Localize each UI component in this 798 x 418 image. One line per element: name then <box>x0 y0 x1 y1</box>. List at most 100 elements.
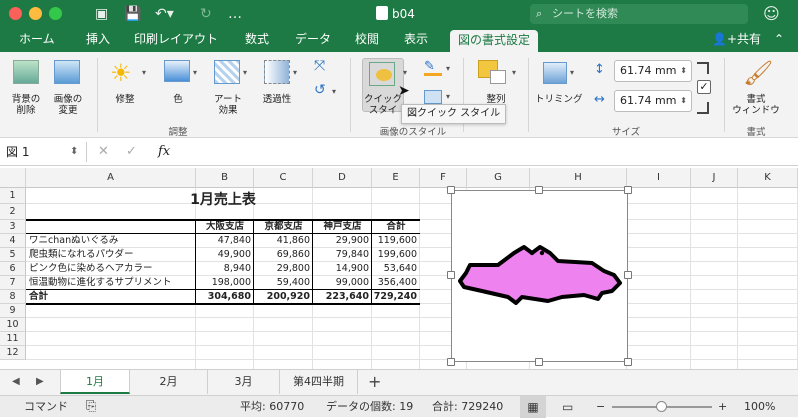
name-box-dropdown-icon[interactable]: ⬍ <box>70 142 78 162</box>
table-cell[interactable]: 729,240 <box>372 290 420 304</box>
width-input[interactable]: 61.74 mm ⬍ <box>614 90 692 112</box>
column-header[interactable]: G <box>467 168 530 188</box>
sheet-tab-q4[interactable]: 第4四半期 <box>280 370 358 394</box>
tab-data[interactable]: データ <box>295 28 331 52</box>
sheet-tab-feb[interactable]: 2月 <box>130 370 208 394</box>
arrange-dropdown-icon[interactable]: ▾ <box>512 68 516 77</box>
normal-view-icon[interactable]: ▦ <box>520 396 546 418</box>
height-input[interactable]: 61.74 mm ⬍ <box>614 60 692 82</box>
table-cell[interactable]: 223,640 <box>313 290 372 304</box>
color-icon[interactable] <box>164 60 190 82</box>
row-header[interactable]: 11 <box>0 332 26 346</box>
table-cell[interactable]: 47,840 <box>196 234 254 248</box>
corrections-dropdown-icon[interactable]: ▾ <box>142 68 146 77</box>
height-stepper-icon[interactable]: ⬍ <box>680 61 687 81</box>
insert-function-icon[interactable]: fx <box>158 142 170 162</box>
column-header[interactable]: C <box>254 168 313 188</box>
artistic-effects-icon[interactable] <box>214 60 240 84</box>
table-row-label[interactable]: ワニchanぬいぐるみ <box>29 234 195 248</box>
table-row-label[interactable]: 恒温動物に進化するサプリメント <box>29 276 195 290</box>
resize-handle-s[interactable] <box>535 358 543 366</box>
table-cell[interactable]: 29,900 <box>313 234 372 248</box>
page-layout-view-icon[interactable]: ▭ <box>562 396 573 418</box>
transparency-dropdown-icon[interactable]: ▾ <box>293 68 297 77</box>
picture-border-icon[interactable]: ✎ <box>424 60 442 76</box>
column-header[interactable]: I <box>627 168 691 188</box>
zoom-slider-thumb[interactable] <box>656 401 667 412</box>
table-cell[interactable]: 199,600 <box>372 248 420 262</box>
lock-aspect-checkbox[interactable]: ✓ <box>697 80 711 94</box>
table-cell[interactable]: 119,600 <box>372 234 420 248</box>
tab-page-layout[interactable]: 印刷レイアウト <box>134 28 218 52</box>
minimize-window-button[interactable] <box>29 7 42 20</box>
transparency-icon[interactable] <box>264 60 290 84</box>
table-cell[interactable]: 8,940 <box>196 262 254 276</box>
row-header[interactable]: 4 <box>0 234 26 248</box>
zoom-out-button[interactable]: − <box>596 396 605 418</box>
table-row-label[interactable]: 爬虫類になれるパウダー <box>29 248 195 262</box>
add-sheet-button[interactable]: + <box>368 370 381 394</box>
resize-handle-n[interactable] <box>535 186 543 194</box>
zoom-in-button[interactable]: + <box>718 396 727 418</box>
table-header[interactable]: 京都支店 <box>254 220 313 234</box>
corrections-sun-icon[interactable]: ☀ <box>110 60 132 86</box>
tab-view[interactable]: 表示 <box>404 28 428 52</box>
table-cell[interactable]: 356,400 <box>372 276 420 290</box>
table-cell[interactable]: 59,400 <box>254 276 313 290</box>
more-icon[interactable]: … <box>228 4 242 24</box>
row-header[interactable]: 7 <box>0 276 26 290</box>
remove-background-button[interactable]: 背景の 削除 <box>6 94 46 116</box>
quick-styles-dropdown-icon[interactable]: ▾ <box>403 68 407 77</box>
column-header[interactable]: D <box>313 168 372 188</box>
resize-handle-se[interactable] <box>624 358 632 366</box>
tab-home[interactable]: ホーム <box>19 28 55 52</box>
redo-icon[interactable]: ↻ <box>200 4 212 24</box>
row-header[interactable]: 2 <box>0 204 26 220</box>
table-header[interactable]: 合計 <box>372 220 420 234</box>
spreadsheet-grid[interactable]: ABCDEFGHIJK 1 2 3 4 5 6 7 8 9 10 11 12 1月売上表 大阪支店 京都支… <box>0 168 798 369</box>
picture-border-dropdown-icon[interactable]: ▾ <box>446 64 450 73</box>
close-window-button[interactable] <box>9 7 22 20</box>
column-header[interactable]: K <box>738 168 798 188</box>
formula-input[interactable] <box>184 142 792 162</box>
undo-icon[interactable]: ↶▾ <box>155 4 174 24</box>
table-cell[interactable]: 69,860 <box>254 248 313 262</box>
sheet-tab-jan[interactable]: 1月 <box>60 370 130 394</box>
row-header[interactable]: 10 <box>0 318 26 332</box>
table-header[interactable]: 大阪支店 <box>196 220 254 234</box>
table-cell[interactable]: 304,680 <box>196 290 254 304</box>
resize-handle-e[interactable] <box>624 271 632 279</box>
column-header[interactable]: F <box>420 168 467 188</box>
width-stepper-icon[interactable]: ⬍ <box>680 91 687 111</box>
picture-effects-icon[interactable] <box>424 90 442 104</box>
row-header[interactable]: 5 <box>0 248 26 262</box>
resize-handle-sw[interactable] <box>447 358 455 366</box>
resize-handle-ne[interactable] <box>624 186 632 194</box>
sidebar-icon[interactable]: ▣ <box>95 4 108 24</box>
table-cell[interactable]: 79,840 <box>313 248 372 262</box>
format-pane-brush-icon[interactable]: 🖌 <box>743 60 773 86</box>
reset-picture-icon[interactable]: ↺ <box>314 82 326 98</box>
crocodile-picture[interactable] <box>451 190 628 362</box>
table-row-label[interactable]: 合計 <box>29 290 195 304</box>
table-cell[interactable]: 41,860 <box>254 234 313 248</box>
column-header[interactable]: H <box>530 168 627 188</box>
table-cell[interactable]: 53,640 <box>372 262 420 276</box>
change-picture-button[interactable]: 画像の 変更 <box>48 94 88 116</box>
table-cell[interactable]: 99,000 <box>313 276 372 290</box>
tab-review[interactable]: 校閲 <box>355 28 379 52</box>
artistic-effects-dropdown-icon[interactable]: ▾ <box>243 68 247 77</box>
table-cell[interactable]: 198,000 <box>196 276 254 290</box>
format-pane-button[interactable]: 書式 ウィンドウ <box>731 94 781 116</box>
table-cell[interactable]: 14,900 <box>313 262 372 276</box>
select-all-corner[interactable] <box>0 168 26 188</box>
tab-insert[interactable]: 挿入 <box>86 28 110 52</box>
sheet-title[interactable]: 1月売上表 <box>26 191 420 209</box>
sheet-tab-mar[interactable]: 3月 <box>208 370 280 394</box>
enter-icon[interactable]: ✓ <box>126 142 137 162</box>
resize-handle-nw[interactable] <box>447 186 455 194</box>
row-header[interactable]: 6 <box>0 262 26 276</box>
crop-icon[interactable] <box>543 62 567 84</box>
column-header[interactable]: J <box>691 168 738 188</box>
feedback-smiley-icon[interactable]: ☺ <box>763 4 780 24</box>
